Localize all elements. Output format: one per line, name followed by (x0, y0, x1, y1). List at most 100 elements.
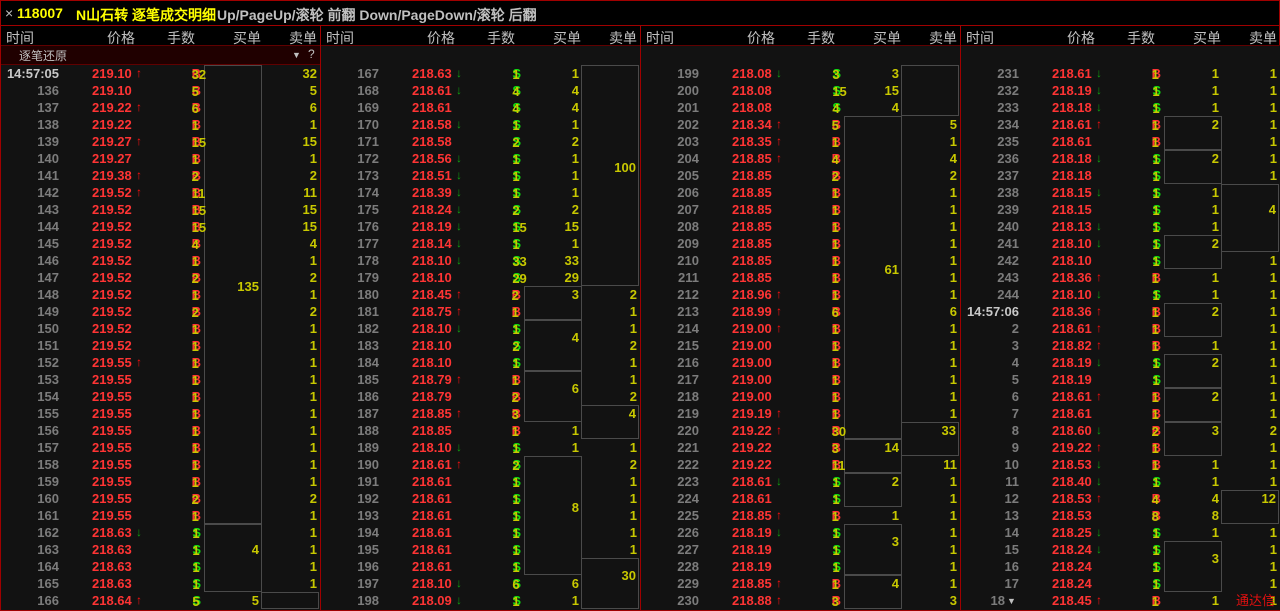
tick-row[interactable]: 222 219.22 11 B 11 (641, 456, 961, 473)
tick-row[interactable]: 187 218.85 ↑ 3 B (321, 405, 641, 422)
tick-row[interactable]: 171 218.58 2 S 2 (321, 133, 641, 150)
tick-row[interactable]: 159 219.55 1 B 1 (1, 473, 321, 490)
tick-row[interactable]: 141 219.38 ↑ 2 B 2 (1, 167, 321, 184)
tick-row[interactable]: 201 218.08 4 S 4 (641, 99, 961, 116)
tick-row[interactable]: 145 219.52 4 B 4 (1, 235, 321, 252)
tick-row[interactable]: 157 219.55 1 B 1 (1, 439, 321, 456)
tick-row[interactable]: 155 219.55 1 B 1 (1, 405, 321, 422)
tick-row[interactable]: 156 219.55 1 B 1 (1, 422, 321, 439)
tick-row[interactable]: 13 218.53 8 B 8 (961, 507, 1280, 524)
tick-row[interactable]: 178 218.10 ↓ 33 S 33 (321, 252, 641, 269)
tick-row[interactable]: 173 218.51 ↓ 1 S 1 (321, 167, 641, 184)
tick-row[interactable]: 149 219.52 2 B 2 (1, 303, 321, 320)
tick-row[interactable]: 184 218.10 1 S 1 (321, 354, 641, 371)
tick-row[interactable]: 14:57:06 218.36 ↑ 1 B 1 (961, 303, 1280, 320)
tick-row[interactable]: 195 218.61 1 S 1 (321, 541, 641, 558)
tick-row[interactable]: 167 218.63 ↓ 1 S 1 (321, 65, 641, 82)
tick-row[interactable]: 18 ▼ 218.45 ↑ 1 B 1 1 (961, 592, 1280, 609)
tick-row[interactable]: 203 218.35 ↑ 1 B 1 (641, 133, 961, 150)
tick-list[interactable]: 135 4 14:57:05 219.10 ↑ 32 B 32 136 219.10 5 B 5 137 2… (1, 65, 321, 610)
tick-row[interactable]: 181 218.75 ↑ 1 B 1 (321, 303, 641, 320)
column-header-buy-order[interactable]: 买单 (1193, 28, 1221, 48)
column-header-price[interactable]: 价格 (427, 28, 455, 48)
tick-row[interactable]: 194 218.61 1 S 1 (321, 524, 641, 541)
tick-row[interactable]: 16 218.24 1 S 1 (961, 558, 1280, 575)
tick-row[interactable]: 12 218.53 ↑ 4 B 4 (961, 490, 1280, 507)
tick-row[interactable]: 153 219.55 1 B 1 (1, 371, 321, 388)
tick-row[interactable]: 179 218.10 29 S 29 (321, 269, 641, 286)
column-header-volume[interactable]: 手数 (487, 28, 515, 48)
tick-row[interactable]: 169 218.61 4 S 4 (321, 99, 641, 116)
tick-row[interactable]: 9 219.22 ↑ 1 B 1 (961, 439, 1280, 456)
column-header-price[interactable]: 价格 (107, 28, 135, 48)
tick-row[interactable]: 193 218.61 1 S 1 (321, 507, 641, 524)
tick-row[interactable]: 148 219.52 1 B 1 (1, 286, 321, 303)
tick-row[interactable]: 144 219.52 15 B 15 (1, 218, 321, 235)
tick-row[interactable]: 192 218.61 1 S 1 (321, 490, 641, 507)
tick-row[interactable]: 220 219.22 ↑ 30 B (641, 422, 961, 439)
tick-row[interactable]: 136 219.10 5 B 5 (1, 82, 321, 99)
column-header-buy-order[interactable]: 买单 (233, 28, 261, 48)
tick-row[interactable]: 212 218.96 ↑ 1 B 1 (641, 286, 961, 303)
column-header-volume[interactable]: 手数 (1127, 28, 1155, 48)
tick-row[interactable]: 188 218.85 1 B 1 (321, 422, 641, 439)
column-header-sell-order[interactable]: 卖单 (289, 28, 317, 48)
tick-row[interactable]: 152 219.55 ↑ 1 B 1 (1, 354, 321, 371)
tick-row[interactable]: 202 218.34 ↑ 5 B 5 (641, 116, 961, 133)
tick-row[interactable]: 237 218.18 1 S 1 (961, 167, 1280, 184)
tick-row[interactable]: 213 218.99 ↑ 6 B 6 (641, 303, 961, 320)
tick-row[interactable]: 186 218.79 2 B 2 (321, 388, 641, 405)
tick-row[interactable]: 232 218.19 ↓ 1 S 1 1 (961, 82, 1280, 99)
tick-row[interactable]: 189 218.10 ↓ 1 S 1 1 (321, 439, 641, 456)
tick-row[interactable]: 191 218.61 1 S 1 (321, 473, 641, 490)
caret-down-icon[interactable]: ▼ (1007, 596, 1016, 606)
tick-row[interactable]: 223 218.61 ↓ 1 S 1 (641, 473, 961, 490)
tick-row[interactable]: 207 218.85 1 B 1 (641, 201, 961, 218)
tick-row[interactable]: 242 218.10 1 S 1 (961, 252, 1280, 269)
tick-row[interactable]: 233 218.18 ↓ 1 S 1 1 (961, 99, 1280, 116)
tick-row[interactable]: 172 218.56 ↓ 1 S 1 (321, 150, 641, 167)
tick-row[interactable]: 175 218.24 ↓ 2 S 2 (321, 201, 641, 218)
tick-row[interactable]: 197 218.10 ↓ 6 S 6 (321, 575, 641, 592)
tick-row[interactable]: 190 218.61 ↑ 2 S 2 (321, 456, 641, 473)
tick-row[interactable]: 158 219.55 1 B 1 (1, 456, 321, 473)
tick-row[interactable]: 198 218.09 ↓ 1 S 1 (321, 592, 641, 609)
tick-row[interactable]: 17 218.24 1 S 1 (961, 575, 1280, 592)
tick-row[interactable]: 210 218.85 1 B 1 (641, 252, 961, 269)
tick-row[interactable]: 154 219.55 1 B 1 (1, 388, 321, 405)
tick-row[interactable]: 2 218.61 ↑ 1 B 1 (961, 320, 1280, 337)
tick-row[interactable]: 234 218.61 ↑ 1 B 1 (961, 116, 1280, 133)
tick-list[interactable]: 2 2 2 2 2 2 3 3 4 12 231 218.61 ↓ 1 B 1 1 232 218.19 ↓ 1 S 1 1 2… (961, 46, 1280, 610)
tick-row[interactable]: 228 218.19 1 S 1 (641, 558, 961, 575)
tick-row[interactable]: 215 219.00 1 B 1 (641, 337, 961, 354)
tick-row[interactable]: 138 219.22 1 B 1 (1, 116, 321, 133)
tick-row[interactable]: 15 218.24 ↓ 1 S 1 (961, 541, 1280, 558)
tick-row[interactable]: 142 219.52 ↑ 11 B 11 (1, 184, 321, 201)
column-header-time[interactable]: 时间 (966, 28, 994, 48)
tick-row[interactable]: 208 218.85 1 B 1 (641, 218, 961, 235)
tick-row[interactable]: 10 218.53 ↓ 1 B 1 1 (961, 456, 1280, 473)
tick-row[interactable]: 6 218.61 ↑ 1 B 1 (961, 388, 1280, 405)
column-header-time[interactable]: 时间 (6, 28, 34, 48)
tick-row[interactable]: 238 218.15 ↓ 1 S 1 (961, 184, 1280, 201)
tick-row[interactable]: 196 218.61 1 S (321, 558, 641, 575)
tick-row[interactable]: 224 218.61 1 S 1 (641, 490, 961, 507)
tick-row[interactable]: 241 218.10 ↓ 1 S (961, 235, 1280, 252)
tick-row[interactable]: 140 219.27 1 B 1 (1, 150, 321, 167)
tick-row[interactable]: 214 219.00 ↑ 1 B 1 (641, 320, 961, 337)
tick-row[interactable]: 236 218.18 ↓ 1 S 1 (961, 150, 1280, 167)
tick-row[interactable]: 244 218.10 ↓ 1 S 1 1 (961, 286, 1280, 303)
tick-row[interactable]: 3 218.82 ↑ 1 B 1 1 (961, 337, 1280, 354)
tick-row[interactable]: 143 219.52 15 B 15 (1, 201, 321, 218)
tick-row[interactable]: 151 219.52 1 B 1 (1, 337, 321, 354)
tick-row[interactable]: 150 219.52 1 B 1 (1, 320, 321, 337)
tick-row[interactable]: 162 218.63 ↓ 1 S 1 (1, 524, 321, 541)
tick-row[interactable]: 209 218.85 1 B 1 (641, 235, 961, 252)
column-header-sell-order[interactable]: 卖单 (609, 28, 637, 48)
tick-row[interactable]: 205 218.85 2 B 2 (641, 167, 961, 184)
tick-list[interactable]: 3 4 6 8 100 4 30 167 218.63 ↓ 1 S 1 168 218.61 ↓ 4 S 4 169 2… (321, 46, 641, 610)
column-header-price[interactable]: 价格 (747, 28, 775, 48)
tick-row[interactable]: 161 219.55 1 B 1 (1, 507, 321, 524)
tick-row[interactable]: 147 219.52 2 B 2 (1, 269, 321, 286)
tick-row[interactable]: 174 218.39 ↓ 1 S 1 (321, 184, 641, 201)
